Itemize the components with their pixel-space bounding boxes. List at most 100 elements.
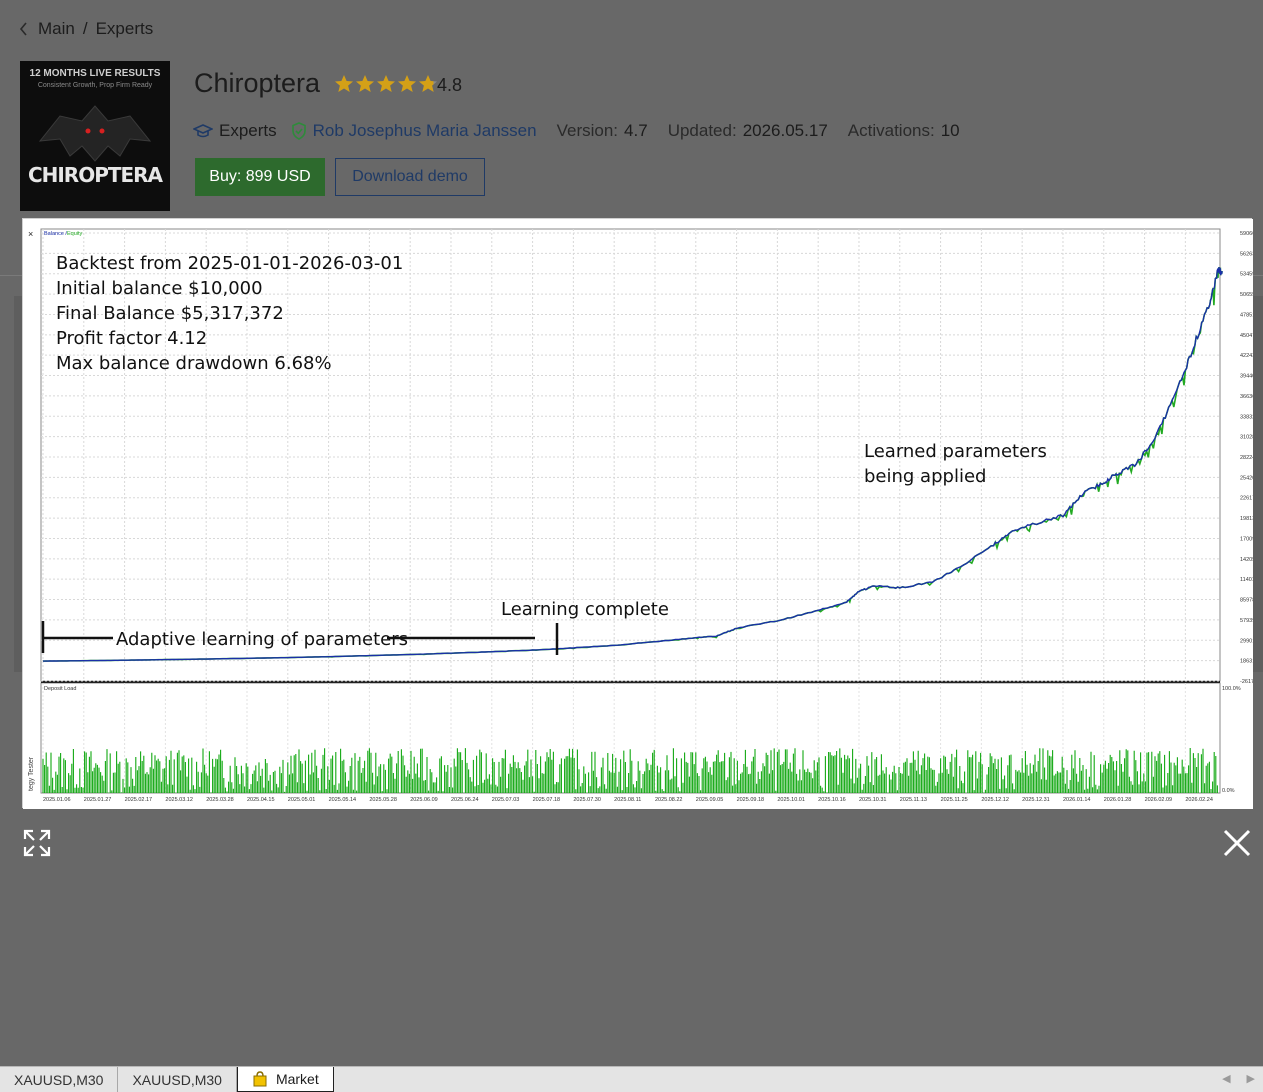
x-tick-label: 2025.09.18	[737, 797, 765, 803]
y-tick-label: 18631	[1240, 659, 1253, 665]
chart-close-icon: ×	[28, 229, 33, 239]
x-tick-label: 2025.10.16	[818, 797, 846, 803]
side-tester-label: tegy Tester	[28, 756, 35, 791]
breadcrumb-separator: /	[82, 19, 88, 38]
activations-label: Activations:	[847, 121, 935, 140]
stat-annotation: Backtest from 2025-01-01-2026-03-01	[56, 253, 403, 274]
rating-stars	[334, 74, 438, 94]
y-tick-label: 1140167	[1240, 577, 1253, 583]
x-tick-label: 2025.03.28	[206, 797, 234, 803]
updated-info: Updated: 2026.05.17	[668, 121, 828, 141]
y-tick-label: 1981319	[1240, 516, 1253, 522]
x-tick-label: 2025.08.22	[655, 797, 683, 803]
x-tick-label: 2025.06.24	[451, 797, 479, 803]
breadcrumb-current[interactable]: Experts	[96, 19, 154, 39]
legend-balance: Balance /	[44, 231, 67, 237]
author-link[interactable]: Rob Josephus Maria Janssen	[291, 121, 537, 141]
y-tick-label: 5906695	[1240, 231, 1253, 237]
deposit-load-title: Deposit Load	[44, 686, 76, 692]
backtest-chart: 5906695 5626311 5345927 5065543 4785159 45047…	[23, 219, 1253, 809]
download-demo-button[interactable]: Download demo	[335, 158, 485, 196]
y-tick-label: 2261703	[1240, 496, 1253, 502]
x-tick-label: 2025.06.09	[410, 797, 438, 803]
x-tick-label: 2025.09.05	[696, 797, 724, 803]
updated-label: Updated:	[667, 121, 737, 140]
y-tick-label: 1700935	[1240, 536, 1253, 542]
star-icon	[356, 75, 374, 92]
star-icon	[419, 75, 437, 92]
stat-annotation: Final Balance $5,317,372	[56, 303, 284, 324]
rating-value: 4.8	[437, 75, 463, 95]
stat-annotation: Initial balance $10,000	[56, 278, 263, 299]
star-icon	[335, 75, 353, 92]
tab-xauusd-2[interactable]: XAUUSD,M30	[118, 1067, 237, 1092]
y-tick-label: 299015	[1240, 638, 1253, 644]
bat-icon	[38, 105, 152, 162]
x-tick-label: 2026.01.28	[1104, 797, 1132, 803]
activations-info: Activations: 10	[848, 121, 960, 141]
y-tick-label: 3944007	[1240, 374, 1253, 380]
x-tick-label: 2026.02.09	[1145, 797, 1173, 803]
y-tick-label: -261753	[1240, 679, 1253, 685]
legend-equity: Equity	[67, 231, 83, 237]
stat-annotation: Profit factor 4.12	[56, 328, 207, 349]
close-icon[interactable]	[1222, 828, 1252, 858]
author-name: Rob Josephus Maria Janssen	[312, 121, 537, 140]
tab-xauusd-1[interactable]: XAUUSD,M30	[0, 1067, 119, 1092]
thumbnail-logo: CHIROPTERA	[27, 163, 163, 187]
y-tick-label: 2822471	[1240, 455, 1253, 461]
y-tick-label: 3663623	[1240, 394, 1253, 400]
y-tick-label: 3383239	[1240, 414, 1253, 420]
y-tick-label: 4224391	[1240, 353, 1253, 359]
backtest-chart-image: 5906695 5626311 5345927 5065543 4785159 45047…	[22, 218, 1253, 809]
product-thumbnail[interactable]: 12 MONTHS LIVE RESULTS Consistent Growth…	[20, 61, 170, 211]
learned-annotation-line1: Learned parameters	[864, 441, 1047, 462]
y-tick-label: 1420551	[1240, 557, 1253, 563]
graduation-cap-icon	[193, 124, 213, 138]
x-tick-label: 2025.11.13	[900, 797, 927, 803]
y-tick-label: 2542087	[1240, 475, 1253, 481]
x-tick-label: 2025.03.12	[165, 797, 193, 803]
x-tick-label: 2025.07.18	[533, 797, 561, 803]
x-tick-label: 2026.01.14	[1063, 797, 1091, 803]
y-tick-label: 579399	[1240, 618, 1253, 624]
x-tick-label: 2025.11.25	[941, 797, 968, 803]
expand-icon[interactable]	[22, 828, 52, 858]
x-tick-label: 2025.12.12	[981, 797, 1009, 803]
stat-annotation: Max balance drawdown 6.68%	[56, 353, 332, 374]
y-tick-label: 3102855	[1240, 435, 1253, 441]
y-tick-label: 859783	[1240, 598, 1253, 604]
x-tick-label: 2025.10.31	[859, 797, 887, 803]
category-link[interactable]: Experts	[193, 121, 277, 141]
x-tick-label: 2026.02.24	[1185, 797, 1213, 803]
chevron-left-icon[interactable]	[16, 19, 30, 39]
buy-button[interactable]: Buy: 899 USD	[195, 158, 325, 196]
background-panel-right	[1252, 296, 1263, 672]
taskbar: XAUUSD,M30 XAUUSD,M30 Market ◀ ▶	[0, 1066, 1263, 1092]
scroll-left-icon[interactable]: ◀	[1222, 1072, 1230, 1085]
y-tick-label: 4504775	[1240, 333, 1253, 339]
star-icon	[377, 75, 395, 92]
x-tick-label: 2025.12.31	[1022, 797, 1050, 803]
tab-market[interactable]: Market	[236, 1067, 334, 1092]
x-tick-label: 2025.02.17	[125, 797, 153, 803]
y-tick-label: 5065543	[1240, 292, 1253, 298]
x-tick-label: 2025.10.01	[777, 797, 805, 803]
y-tick-label: 4785159	[1240, 312, 1253, 318]
breadcrumb-main[interactable]: Main	[38, 19, 75, 39]
x-tick-label: 2025.01.06	[43, 797, 71, 803]
x-tick-label: 2025.05.28	[369, 797, 397, 803]
version-label: Version:	[556, 121, 619, 140]
deposit-top-label: 100.0%	[1222, 686, 1241, 692]
x-tick-label: 2025.07.30	[573, 797, 601, 803]
x-tick-label: 2025.04.15	[247, 797, 275, 803]
y-tick-label: 5626311	[1240, 251, 1253, 257]
learned-annotation-line2: being applied	[864, 466, 986, 487]
shopping-bag-icon	[253, 1071, 267, 1087]
learning-complete-annotation: Learning complete	[501, 599, 669, 620]
scroll-right-icon[interactable]: ▶	[1247, 1072, 1255, 1085]
x-tick-label: 2025.01.27	[84, 797, 112, 803]
tab-market-label: Market	[275, 1071, 319, 1087]
tab-scroll-arrows: ◀ ▶	[1222, 1072, 1255, 1085]
updated-value: 2026.05.17	[742, 121, 828, 140]
